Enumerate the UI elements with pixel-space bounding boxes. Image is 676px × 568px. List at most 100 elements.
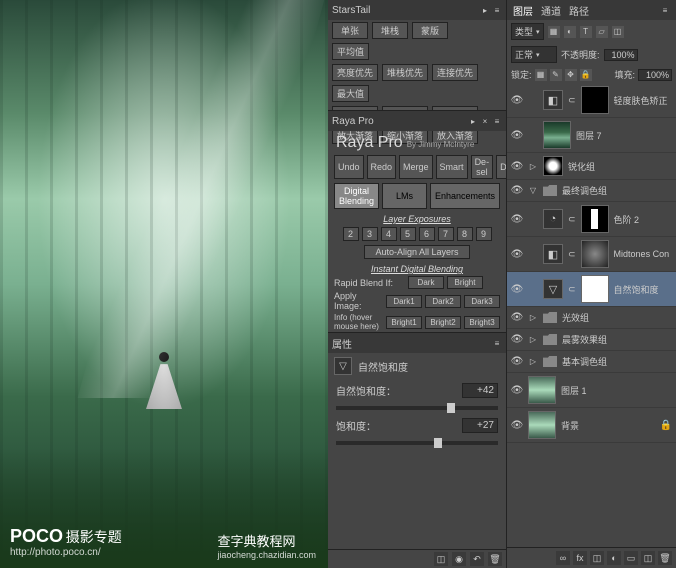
exposure-num-button[interactable]: 9 xyxy=(476,227,492,241)
expand-arrow-icon[interactable]: ▷ xyxy=(528,357,538,366)
collapse-icon[interactable]: ▸ xyxy=(468,116,478,126)
filter-adj-icon[interactable]: ◐ xyxy=(564,26,576,38)
fx-icon[interactable]: fx xyxy=(573,551,587,565)
expand-arrow-icon[interactable]: ▷ xyxy=(528,162,538,171)
layer-row[interactable]: 👁 ▷ 锐化组 xyxy=(507,153,676,180)
visibility-toggle[interactable]: 👁 xyxy=(511,213,523,225)
layer-name[interactable]: 背景 xyxy=(561,419,655,432)
view-prev-icon[interactable]: ◉ xyxy=(452,552,466,566)
layer-name[interactable]: 图层 7 xyxy=(576,129,672,142)
filter-kind-dropdown[interactable]: 类型 xyxy=(511,23,544,40)
lock-all-icon[interactable]: 🔒 xyxy=(580,69,592,81)
filter-smart-icon[interactable]: ◫ xyxy=(612,26,624,38)
raya-tab-button[interactable]: Enhancements xyxy=(430,183,500,209)
visibility-toggle[interactable]: 👁 xyxy=(511,160,523,172)
layer-row[interactable]: 👁◧⊂Midtones Con xyxy=(507,237,676,272)
menu-icon[interactable]: ≡ xyxy=(492,338,502,348)
layer-mask-thumb[interactable] xyxy=(581,275,609,303)
starstail-button[interactable]: 堆栈 xyxy=(372,22,408,39)
visibility-toggle[interactable]: 👁 xyxy=(511,356,523,368)
menu-icon[interactable]: ≡ xyxy=(492,5,502,15)
layer-name[interactable]: 晨雾效果组 xyxy=(562,333,672,346)
layer-row[interactable]: 👁 图层 1 xyxy=(507,373,676,408)
adjustment-thumb[interactable]: ◧ xyxy=(543,244,563,264)
layer-name[interactable]: 色阶 2 xyxy=(614,213,672,226)
menu-icon[interactable]: ≡ xyxy=(660,5,670,15)
visibility-toggle[interactable]: 👁 xyxy=(511,384,523,396)
layer-name[interactable]: 自然饱和度 xyxy=(614,283,672,296)
group-icon[interactable]: ▭ xyxy=(624,551,638,565)
layer-row[interactable]: 👁 图层 7 xyxy=(507,118,676,153)
apply-dark-button[interactable]: Dark3 xyxy=(464,295,500,308)
visibility-toggle[interactable]: 👁 xyxy=(511,129,523,141)
layer-mask-thumb[interactable] xyxy=(581,205,609,233)
tab-layers[interactable]: 图层 xyxy=(513,3,533,18)
mask-icon[interactable]: ◫ xyxy=(590,551,604,565)
layer-row[interactable]: 👁▽⊂自然饱和度 xyxy=(507,272,676,307)
vibrance-value[interactable] xyxy=(462,383,498,398)
raya-action-button[interactable]: De-sel xyxy=(471,155,494,179)
adjustment-thumb[interactable]: ◧ xyxy=(543,90,563,110)
layer-name[interactable]: 轻度肤色矫正（可有 xyxy=(614,94,672,107)
layer-row[interactable]: 👁▷晨雾效果组 xyxy=(507,329,676,351)
layer-name[interactable]: 图层 1 xyxy=(561,384,672,397)
menu-icon[interactable]: ≡ xyxy=(492,116,502,126)
starstail-button[interactable]: 单张 xyxy=(332,22,368,39)
apply-bright-button[interactable]: Bright3 xyxy=(464,316,500,329)
adjustment-thumb[interactable]: ▽ xyxy=(543,279,563,299)
lock-pixel-icon[interactable]: ✎ xyxy=(550,69,562,81)
opacity-input[interactable] xyxy=(604,49,638,61)
clip-icon[interactable]: ◫ xyxy=(434,552,448,566)
apply-bright-button[interactable]: Bright2 xyxy=(425,316,461,329)
visibility-toggle[interactable]: 👁 xyxy=(511,419,523,431)
starstail-button[interactable]: 平均值 xyxy=(332,43,369,60)
layer-row[interactable]: 👁▽最终调色组 xyxy=(507,180,676,202)
layer-row[interactable]: 👁背景🔒 xyxy=(507,408,676,443)
starstail-button[interactable]: 蒙版 xyxy=(412,22,448,39)
apply-bright-button[interactable]: Bright1 xyxy=(386,316,422,329)
properties-tab[interactable]: 属性 xyxy=(332,336,352,351)
layer-thumb[interactable] xyxy=(528,376,556,404)
starstail-tab[interactable]: StarsTail xyxy=(332,5,370,16)
group-mask-thumb[interactable] xyxy=(543,156,563,176)
visibility-toggle[interactable]: 👁 xyxy=(511,185,523,197)
layer-row[interactable]: 👁◧⊂轻度肤色矫正（可有 xyxy=(507,83,676,118)
layer-mask-thumb[interactable] xyxy=(581,240,609,268)
layer-thumb[interactable] xyxy=(543,121,571,149)
layer-name[interactable]: 基本调色组 xyxy=(562,355,672,368)
visibility-toggle[interactable]: 👁 xyxy=(511,334,523,346)
raya-tab-button[interactable]: LMs xyxy=(382,183,427,209)
new-layer-icon[interactable]: ◫ xyxy=(641,551,655,565)
lock-pos-icon[interactable]: ✥ xyxy=(565,69,577,81)
trash-icon[interactable]: 🗑 xyxy=(488,552,502,566)
layer-thumb[interactable] xyxy=(528,411,556,439)
exposure-num-button[interactable]: 6 xyxy=(419,227,435,241)
link-layers-icon[interactable]: ∞ xyxy=(556,551,570,565)
filter-type-icon[interactable]: T xyxy=(580,26,592,38)
tab-paths[interactable]: 路径 xyxy=(569,3,589,18)
fill-input[interactable] xyxy=(638,69,672,81)
starstail-button[interactable]: 连接优先 xyxy=(432,64,478,81)
adjustment-icon[interactable]: ◐ xyxy=(607,551,621,565)
adjustment-thumb[interactable]: ◔ xyxy=(543,209,563,229)
raya-action-button[interactable]: Smart xyxy=(436,155,468,179)
exposure-num-button[interactable]: 5 xyxy=(400,227,416,241)
expand-arrow-icon[interactable]: ▽ xyxy=(528,186,538,195)
close-icon[interactable]: × xyxy=(480,116,490,126)
rapid-blend-button[interactable]: Bright xyxy=(447,276,483,289)
layer-name[interactable]: Midtones Con xyxy=(614,249,672,259)
filter-pixel-icon[interactable]: ▦ xyxy=(548,26,560,38)
raya-tab[interactable]: Raya Pro xyxy=(332,116,374,127)
apply-dark-button[interactable]: Dark2 xyxy=(425,295,461,308)
reset-icon[interactable]: ↶ xyxy=(470,552,484,566)
visibility-toggle[interactable]: 👁 xyxy=(511,94,523,106)
collapse-icon[interactable]: ▸ xyxy=(480,5,490,15)
blend-mode-dropdown[interactable]: 正常 xyxy=(511,46,557,63)
vibrance-slider[interactable] xyxy=(336,406,498,410)
apply-dark-button[interactable]: Dark1 xyxy=(386,295,422,308)
layer-row[interactable]: 👁◔⊂色阶 2 xyxy=(507,202,676,237)
tab-channels[interactable]: 通道 xyxy=(541,3,561,18)
layer-name[interactable]: 锐化组 xyxy=(568,160,672,173)
rapid-blend-button[interactable]: Dark xyxy=(408,276,444,289)
filter-shape-icon[interactable]: ▱ xyxy=(596,26,608,38)
